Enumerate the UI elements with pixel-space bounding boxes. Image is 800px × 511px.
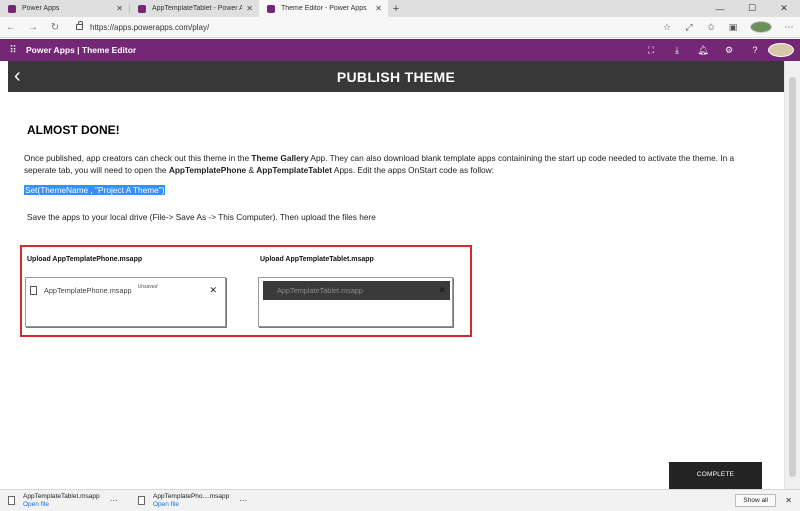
tablet-file-name: AppTemplateTablet.msapp [277, 286, 363, 295]
upload-section: Upload AppTemplatePhone.msapp AppTemplat… [20, 245, 472, 337]
collections-icon[interactable]: ▣ [722, 22, 744, 33]
download-text: AppTemplateTablet.msapp Open file [23, 493, 100, 509]
download-file-name: AppTemplateTablet.msapp [23, 492, 100, 500]
close-download-bar-icon[interactable]: ✕ [785, 496, 792, 505]
address-bar: ← → ↻ https://apps.powerapps.com/play/ ☆… [0, 17, 800, 38]
save-instructions: Save the apps to your local drive (File-… [27, 212, 376, 222]
upload-tablet-label: Upload AppTemplateTablet.msapp [260, 256, 374, 263]
new-tab-button[interactable]: + [388, 0, 404, 17]
maximize-icon[interactable]: ☐ [736, 0, 768, 17]
scrollbar-thumb[interactable] [789, 77, 796, 477]
onstart-code-snippet[interactable]: Set(ThemeName , "Project A Theme") [24, 185, 166, 195]
power-apps-header: ⠿ Power Apps | Theme Editor ⛶ ⤓ 🔔︎ ⚙ ? [0, 39, 800, 61]
forward-arrow-icon[interactable]: → [22, 22, 44, 33]
power-apps-favicon-icon [138, 4, 146, 13]
phone-file-name: AppTemplatePhone.msapp [44, 286, 132, 295]
fit-screen-icon[interactable]: ⛶ [638, 45, 664, 56]
app-template-tablet-bold: AppTemplateTablet [256, 165, 333, 175]
close-window-icon[interactable]: ✕ [768, 0, 800, 17]
back-chevron-icon[interactable]: ‹ [14, 65, 21, 87]
paragraph-text: Apps. Edit the apps OnStart code as foll… [332, 165, 494, 175]
instructions-paragraph: Once published, app creators can check o… [24, 152, 764, 176]
download-file-name: AppTemplatePho....msapp [153, 492, 230, 500]
vertical-scrollbar[interactable] [784, 61, 800, 489]
paragraph-text: & [246, 165, 257, 175]
show-all-button[interactable]: Show all [735, 494, 776, 507]
open-file-link[interactable]: Open file [23, 501, 100, 509]
more-options-icon[interactable]: ⋯ [110, 496, 118, 505]
more-icon[interactable]: ⋯ [778, 22, 800, 33]
download-bar: AppTemplateTablet.msapp Open file ⋯ AppT… [0, 489, 800, 511]
tab-label: Power Apps [22, 5, 60, 12]
theme-gallery-bold: Theme Gallery [251, 153, 309, 163]
address-bar-actions: ☆ ⤢ ✩ ▣ ⋯ [656, 21, 800, 33]
settings-gear-icon[interactable]: ⚙ [716, 45, 742, 56]
notification-bell-icon[interactable]: 🔔︎ [690, 45, 716, 56]
almost-done-heading: ALMOST DONE! [27, 123, 120, 137]
lock-icon [76, 21, 83, 30]
app-template-phone-bold: AppTemplatePhone [168, 165, 247, 175]
more-options-icon[interactable]: ⋯ [239, 496, 247, 505]
upload-tablet-dropzone[interactable]: AppTemplateTablet.msapp ✕ [258, 277, 453, 327]
upload-phone-label: Upload AppTemplatePhone.msapp [27, 256, 143, 263]
tab-label: Theme Editor - Power Apps [281, 5, 367, 12]
download-item[interactable]: AppTemplateTablet.msapp Open file ⋯ [0, 493, 130, 509]
refresh-icon[interactable]: ↻ [44, 22, 66, 33]
upload-phone-dropzone[interactable]: AppTemplatePhone.msapp Unsaved ✕ [25, 277, 226, 327]
upload-phone-column: Upload AppTemplatePhone.msapp [27, 256, 142, 263]
browser-tab-strip: Power Apps ✕ AppTemplateTablet - Power A… [0, 0, 800, 17]
download-text: AppTemplatePho....msapp Open file [153, 493, 229, 509]
favorites-icon[interactable]: ✩ [700, 22, 722, 33]
phone-file-row[interactable]: AppTemplatePhone.msapp Unsaved ✕ [30, 281, 221, 300]
open-file-link[interactable]: Open file [153, 501, 229, 509]
app-canvas: ‹ PUBLISH THEME ALMOST DONE! Once publis… [8, 61, 784, 489]
close-icon[interactable]: ✕ [375, 4, 382, 13]
app-launcher-icon[interactable]: ⠿ [0, 45, 26, 56]
page-title: PUBLISH THEME [336, 68, 456, 85]
close-icon[interactable]: ✕ [116, 4, 123, 13]
app-title-bar: ‹ PUBLISH THEME [8, 61, 784, 92]
help-icon[interactable]: ? [742, 45, 768, 55]
header-actions: ⛶ ⤓ 🔔︎ ⚙ ? [638, 43, 800, 57]
tab-app-template-tablet[interactable]: AppTemplateTablet - Power Apps ✕ [130, 0, 259, 17]
tab-label: AppTemplateTablet - Power Apps [152, 5, 243, 12]
document-icon [263, 286, 270, 295]
power-apps-favicon-icon [267, 4, 275, 13]
download-item[interactable]: AppTemplatePho....msapp Open file ⋯ [130, 493, 260, 509]
close-icon[interactable]: ✕ [246, 4, 253, 13]
minimize-icon[interactable]: — [704, 0, 736, 17]
power-apps-favicon-icon [8, 4, 16, 13]
document-icon [30, 286, 37, 295]
document-icon [138, 496, 145, 505]
window-controls: — ☐ ✕ [704, 0, 800, 17]
paragraph-text: Once published, app creators can check o… [24, 153, 252, 163]
header-title: Power Apps | Theme Editor [26, 45, 137, 55]
back-arrow-icon[interactable]: ← [0, 22, 22, 33]
upload-tablet-column: Upload AppTemplateTablet.msapp [260, 256, 374, 263]
tab-power-apps[interactable]: Power Apps ✕ [0, 0, 129, 17]
tablet-file-row[interactable]: AppTemplateTablet.msapp ✕ [263, 281, 450, 300]
download-icon[interactable]: ⤓ [664, 45, 690, 56]
profile-avatar[interactable] [750, 21, 772, 33]
document-icon [8, 496, 15, 505]
tab-theme-editor[interactable]: Theme Editor - Power Apps ✕ [259, 0, 388, 17]
url-field[interactable]: https://apps.powerapps.com/play/ [76, 21, 636, 32]
remove-file-icon[interactable]: ✕ [438, 285, 446, 296]
unsaved-badge: Unsaved [137, 284, 158, 290]
extension-icon[interactable]: ⤢ [678, 22, 700, 33]
complete-button[interactable]: COMPLETE [669, 462, 762, 489]
url-text: https://apps.powerapps.com/play/ [90, 22, 210, 32]
favorite-star-icon[interactable]: ☆ [656, 22, 678, 33]
remove-file-icon[interactable]: ✕ [209, 285, 217, 296]
user-avatar[interactable] [768, 43, 794, 57]
